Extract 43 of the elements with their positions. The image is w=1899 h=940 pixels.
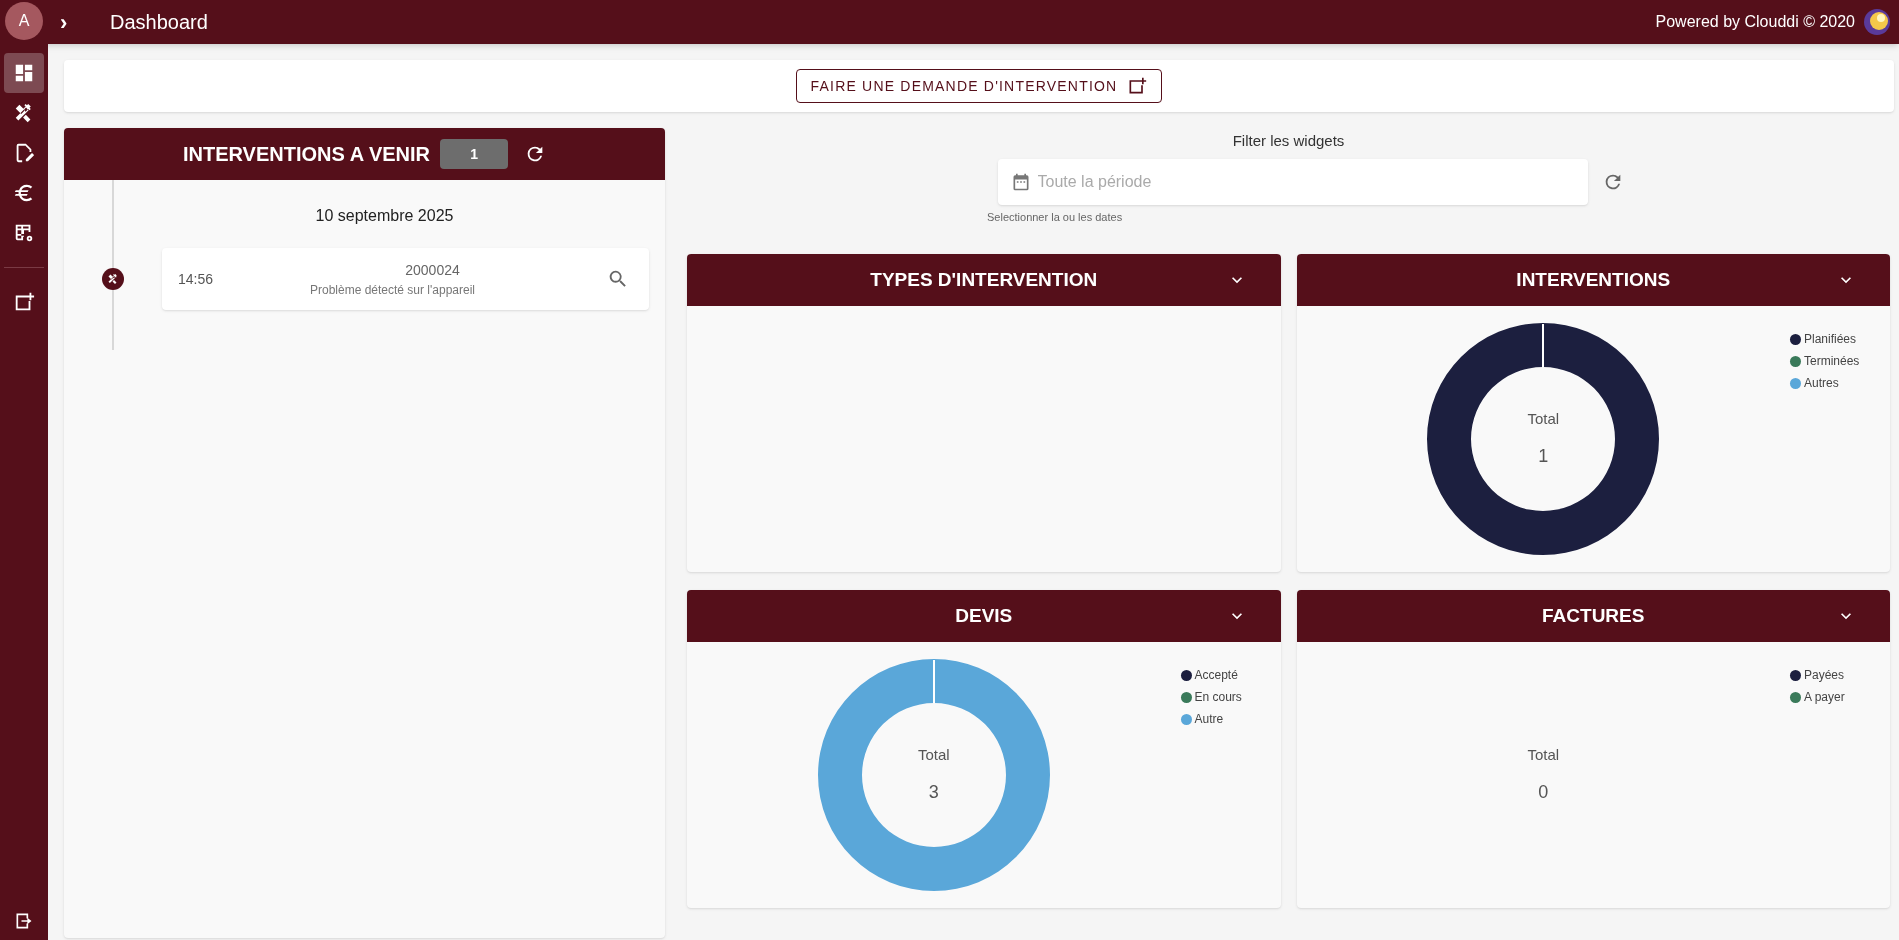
date-heading: 10 septembre 2025 [314,206,455,226]
event-card[interactable]: 14:56 2000024 Problème détecté sur l'appareil [162,248,649,310]
logo-icon [1863,8,1891,36]
total-label: Total [1527,409,1560,430]
tools-marker-icon [102,268,124,290]
search-icon[interactable] [607,268,629,290]
panel-title: INTERVENTIONS A VENIR [182,142,431,167]
legend-label: A payer [1804,689,1845,706]
total-value: 3 [928,780,939,804]
total-value: 1 [1538,444,1549,468]
total-value: 0 [1538,780,1549,804]
table-gear-icon [13,222,35,244]
helper-text: Selectionner la ou les dates [987,209,1123,225]
exit-icon [14,911,34,931]
date-range-field[interactable]: Toute la période [997,158,1588,205]
legend-label: Autres [1804,375,1839,392]
count-badge: 1 [440,139,509,169]
widget-title: FACTURES [1542,603,1645,628]
event-number: 2000024 [405,260,460,280]
request-intervention-button[interactable]: FAIRE UNE DEMANDE D'INTERVENTION [795,69,1163,103]
sidebar-item[interactable] [4,53,44,93]
avatar[interactable]: A [5,2,43,40]
widget-title: INTERVENTIONS [1516,267,1671,292]
legend-label: Accepté [1194,667,1238,684]
dashboard-icon [13,62,35,84]
add-box-icon [13,291,35,313]
legend-label: Terminées [1804,353,1860,370]
total-label: Total [917,745,950,766]
filter-label: Filter les widgets [1232,131,1345,151]
legend-label: Autre [1194,711,1224,728]
event-description: Problème détecté sur l'appareil [309,281,475,299]
legend-label: Planifiées [1804,331,1857,348]
widget-title: DEVIS [955,603,1013,628]
expand-chevron[interactable]: › [60,5,80,39]
widget-title: TYPES D'INTERVENTION [870,267,1098,292]
euro-icon [13,182,35,204]
add-box-icon [1127,76,1148,96]
credit-text: Powered by Clouddi © 2020 [1655,12,1855,32]
event-time: 14:56 [178,269,215,289]
legend-label: En cours [1194,689,1242,706]
total-label: Total [1527,745,1560,766]
page-title: Dashboard [110,10,208,35]
legend-label: Payées [1804,667,1845,684]
